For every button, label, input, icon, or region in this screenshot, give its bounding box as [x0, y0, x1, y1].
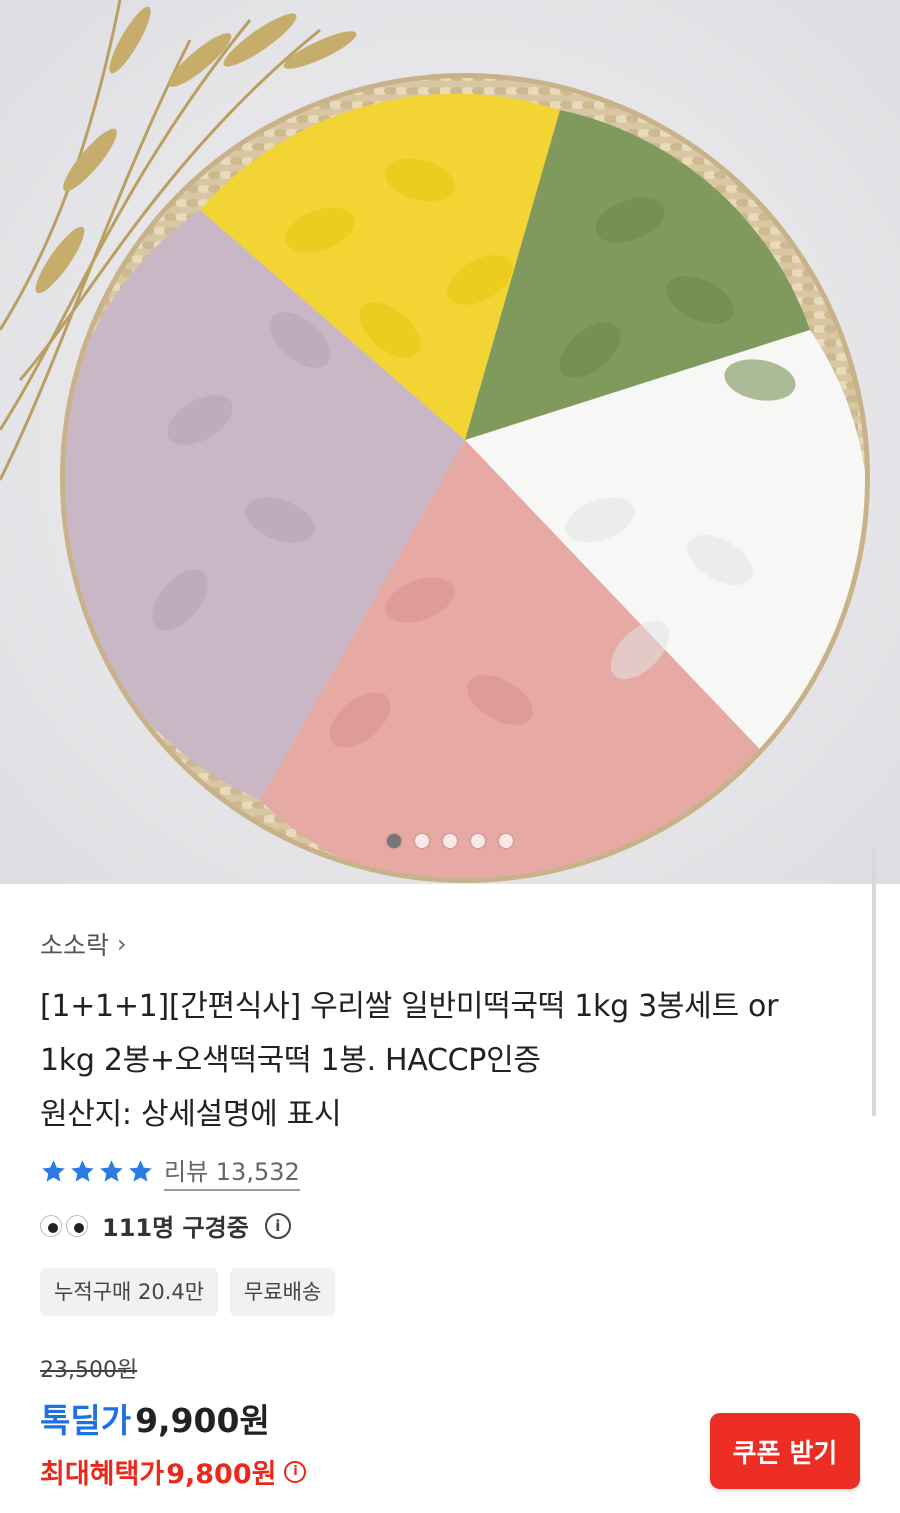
product-photo [0, 0, 900, 884]
product-title: [1+1+1][간편식사] 우리쌀 일반미떡국떡 1kg 3봉세트 or 1kg… [40, 980, 840, 1142]
deal-price: 9,900원 [135, 1401, 270, 1440]
star-icon [100, 1160, 123, 1182]
chevron-right-icon: › [117, 930, 127, 958]
deal-price-row: 톡딜가 9,900원 [40, 1394, 270, 1442]
star-icon [71, 1160, 94, 1182]
carousel-dot[interactable] [387, 834, 401, 848]
carousel-dot[interactable] [471, 834, 485, 848]
carousel-indicator [0, 834, 900, 848]
review-count-link[interactable]: 리뷰 13,532 [164, 1152, 300, 1191]
eyes-icon [40, 1214, 88, 1237]
tag-cumulative-sales: 누적구매 20.4만 [40, 1268, 219, 1316]
original-price: 23,500원 [40, 1358, 138, 1383]
tag-list: 누적구매 20.4만 무료배송 [40, 1268, 336, 1316]
coupon-button[interactable]: 쿠폰 받기 [710, 1413, 860, 1489]
rating-row[interactable]: 리뷰 13,532 [40, 1152, 300, 1191]
max-benefit-price: 9,800원 [166, 1459, 277, 1490]
carousel-dot[interactable] [443, 834, 457, 848]
carousel-dot[interactable] [415, 834, 429, 848]
info-icon[interactable]: i [264, 1212, 291, 1239]
brand-link[interactable]: 소소락 › [40, 926, 127, 962]
watching-count: 111명 구경중 [102, 1214, 249, 1242]
deal-label: 톡딜가 [40, 1401, 132, 1440]
star-icon [42, 1160, 65, 1182]
rating-stars [40, 1158, 154, 1185]
max-benefit-row: 최대혜택가 9,800원 i [40, 1452, 307, 1491]
carousel-dot[interactable] [499, 834, 513, 848]
info-icon[interactable]: i [284, 1460, 307, 1483]
star-icon [129, 1160, 152, 1182]
watching-row: 111명 구경중 i [40, 1208, 291, 1243]
title-line: [1+1+1][간편식사] 우리쌀 일반미떡국떡 1kg 3봉세트 or [40, 989, 779, 1024]
brand-name: 소소락 [40, 931, 110, 960]
tag-free-shipping: 무료배송 [230, 1268, 336, 1316]
title-line: 1kg 2봉+오색떡국떡 1봉. HACCP인증 [40, 1043, 541, 1078]
origin-line: 원산지: 상세설명에 표시 [40, 1097, 342, 1132]
max-benefit-label: 최대혜택가 [40, 1459, 165, 1490]
page-scrollbar[interactable] [872, 848, 876, 1116]
product-image-carousel[interactable] [0, 0, 900, 884]
